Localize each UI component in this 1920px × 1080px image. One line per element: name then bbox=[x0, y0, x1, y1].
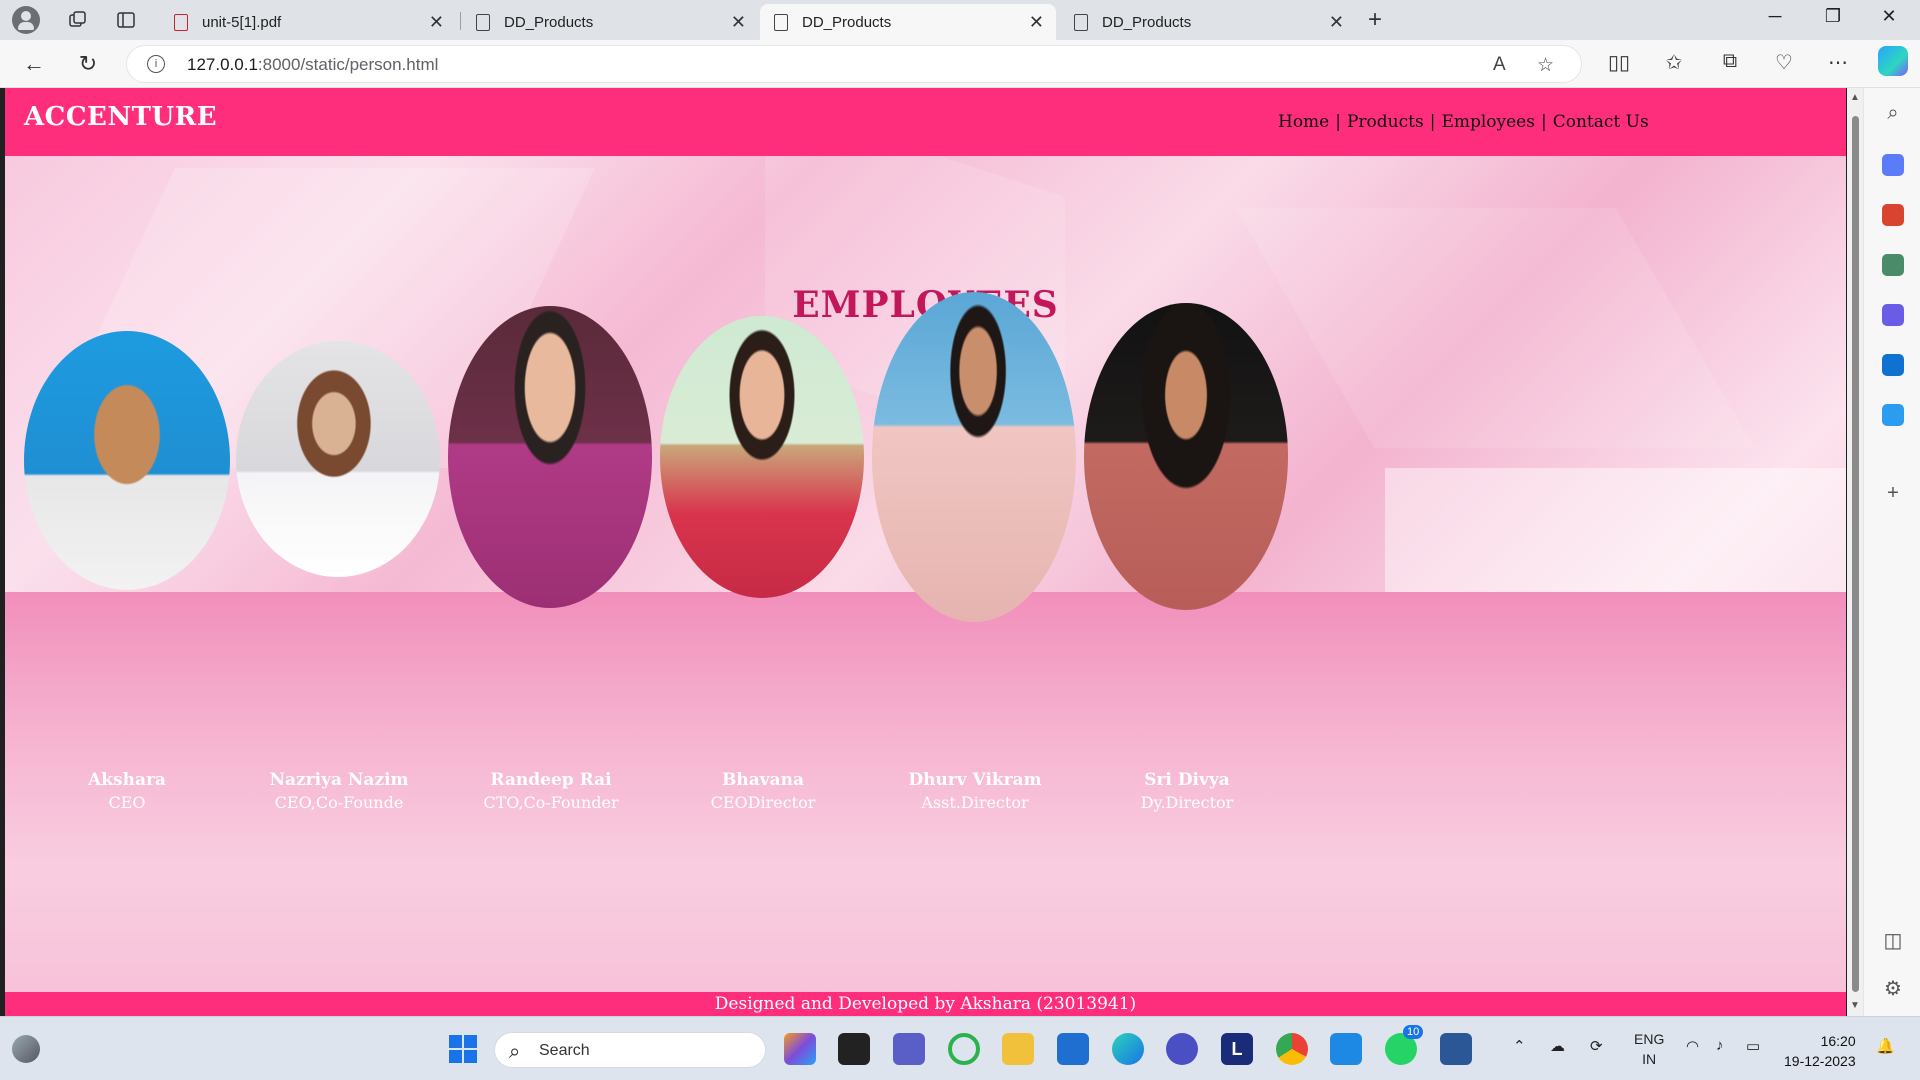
outlook-icon[interactable] bbox=[1882, 354, 1904, 376]
workspaces-icon[interactable] bbox=[62, 6, 94, 34]
close-tab-icon[interactable]: ✕ bbox=[1029, 12, 1044, 33]
search-icon: ⌕ bbox=[509, 1039, 521, 1063]
edge-icon[interactable] bbox=[1112, 1033, 1144, 1065]
copilot-icon[interactable] bbox=[1878, 46, 1908, 76]
page-icon bbox=[476, 13, 490, 31]
page-scrollbar[interactable]: ▲ ▼ bbox=[1847, 88, 1863, 1016]
edge-sidebar: ⌕ + ◫ ⚙ bbox=[1863, 88, 1920, 1016]
language-indicator[interactable]: ENG IN bbox=[1634, 1029, 1664, 1069]
pdf-icon bbox=[174, 13, 188, 31]
scroll-thumb[interactable] bbox=[1852, 116, 1859, 992]
windows-taskbar: ⌕ Search L 10 ⌃ ☁ ⟳ ENG IN ◠ ♪ ▭ 16:20 1… bbox=[0, 1016, 1920, 1080]
close-tab-icon[interactable]: ✕ bbox=[1329, 12, 1344, 33]
microsoft-store-icon[interactable] bbox=[1057, 1033, 1089, 1065]
close-window-icon[interactable]: ✕ bbox=[1866, 6, 1912, 27]
green-app-icon[interactable] bbox=[948, 1033, 980, 1065]
system-clock[interactable]: 16:20 19-12-2023 bbox=[1784, 1031, 1856, 1071]
nav-home[interactable]: Home bbox=[1278, 112, 1329, 132]
volume-icon[interactable]: ♪ bbox=[1716, 1037, 1724, 1054]
app-icon[interactable] bbox=[1166, 1033, 1198, 1065]
teams-icon[interactable] bbox=[893, 1033, 925, 1065]
tab-title: DD_Products bbox=[1102, 13, 1192, 31]
telegram-icon[interactable] bbox=[1882, 404, 1904, 426]
tab-dd-products-3[interactable]: DD_Products ✕ bbox=[1060, 4, 1356, 40]
taskbar-search[interactable]: ⌕ Search bbox=[494, 1032, 766, 1068]
employee-photo bbox=[24, 331, 230, 590]
refresh-icon[interactable]: ↻ bbox=[72, 48, 104, 80]
word-icon[interactable] bbox=[1440, 1033, 1472, 1065]
brand-logo[interactable]: ACCENTURE bbox=[24, 102, 217, 132]
whatsapp-icon[interactable]: 10 bbox=[1385, 1025, 1424, 1065]
scroll-up-icon[interactable]: ▲ bbox=[1850, 92, 1860, 103]
weather-icon[interactable] bbox=[12, 1035, 40, 1063]
sync-icon[interactable]: ⟳ bbox=[1590, 1037, 1603, 1055]
favorite-star-icon[interactable]: ☆ bbox=[1537, 54, 1554, 77]
tab-title: DD_Products bbox=[802, 13, 892, 31]
employee-photo bbox=[236, 341, 440, 577]
close-tab-icon[interactable]: ✕ bbox=[731, 12, 746, 33]
profile-icon[interactable] bbox=[12, 6, 40, 34]
new-tab-icon[interactable]: + bbox=[1368, 6, 1382, 34]
search-placeholder: Search bbox=[539, 1042, 590, 1059]
employee-role: Dy.Director bbox=[1140, 793, 1234, 812]
page-icon bbox=[774, 13, 788, 31]
tab-title: unit-5[1].pdf bbox=[202, 13, 282, 31]
site-info-icon[interactable]: i bbox=[147, 55, 165, 73]
read-aloud-icon[interactable]: A bbox=[1493, 54, 1506, 76]
notification-badge: 10 bbox=[1403, 1025, 1424, 1039]
employee-photo bbox=[448, 306, 652, 608]
address-bar[interactable]: i 127.0.0.1:8000/static/person.html A ☆ bbox=[126, 45, 1582, 83]
browser-tab-strip: unit-5[1].pdf ✕ DD_Products ✕ DD_Product… bbox=[0, 0, 1920, 40]
add-sidebar-app-icon[interactable]: + bbox=[1882, 482, 1904, 504]
site-header: ACCENTURE Home | Products | Employees | … bbox=[5, 88, 1846, 156]
tab-dd-products-1[interactable]: DD_Products ✕ bbox=[462, 4, 758, 40]
scroll-down-icon[interactable]: ▼ bbox=[1850, 1000, 1860, 1011]
browser-toolbar: ← ↻ i 127.0.0.1:8000/static/person.html … bbox=[0, 40, 1920, 88]
employee-name: Sri Divya bbox=[1144, 770, 1230, 790]
chrome-icon[interactable] bbox=[1276, 1033, 1308, 1065]
copilot-preview-icon[interactable] bbox=[784, 1033, 816, 1065]
tab-pdf[interactable]: unit-5[1].pdf ✕ bbox=[160, 4, 456, 40]
settings-gear-icon[interactable]: ⚙ bbox=[1882, 978, 1904, 1000]
hide-sidebar-icon[interactable]: ◫ bbox=[1882, 930, 1904, 952]
split-screen-icon[interactable]: ▯▯ bbox=[1605, 50, 1633, 75]
tools-icon[interactable] bbox=[1882, 204, 1904, 226]
microsoft-365-icon[interactable] bbox=[1882, 304, 1904, 326]
url-text: 127.0.0.1:8000/static/person.html bbox=[187, 55, 439, 74]
more-menu-icon[interactable]: ⋯ bbox=[1824, 50, 1852, 75]
nav-employees[interactable]: Employees bbox=[1441, 112, 1535, 132]
windows-start-icon[interactable] bbox=[447, 1033, 479, 1065]
shopping-icon[interactable] bbox=[1882, 154, 1904, 176]
nav-contact-us[interactable]: Contact Us bbox=[1553, 112, 1649, 132]
page-viewport: ACCENTURE Home | Products | Employees | … bbox=[5, 88, 1846, 1016]
search-icon[interactable]: ⌕ bbox=[1882, 102, 1904, 124]
restore-icon[interactable]: ❐ bbox=[1810, 6, 1856, 27]
task-view-icon[interactable] bbox=[838, 1033, 870, 1065]
tab-actions-icon[interactable] bbox=[110, 6, 142, 34]
favorites-icon[interactable]: ✩ bbox=[1660, 50, 1688, 75]
employee-photo bbox=[1084, 303, 1288, 610]
tab-title: DD_Products bbox=[504, 13, 594, 31]
page-icon bbox=[1074, 13, 1088, 31]
games-icon[interactable] bbox=[1882, 254, 1904, 276]
site-footer: Designed and Developed by Akshara (23013… bbox=[5, 992, 1846, 1016]
browser-essentials-icon[interactable]: ♡ bbox=[1770, 50, 1798, 75]
employee-photo bbox=[872, 292, 1076, 622]
minimize-icon[interactable]: ─ bbox=[1752, 6, 1798, 27]
employee-photo bbox=[660, 316, 864, 598]
back-icon[interactable]: ← bbox=[18, 48, 50, 80]
nav-products[interactable]: Products bbox=[1347, 112, 1424, 132]
onedrive-icon[interactable]: ☁ bbox=[1550, 1037, 1565, 1055]
tab-dd-products-active[interactable]: DD_Products ✕ bbox=[760, 4, 1056, 40]
main-nav: Home | Products | Employees | Contact Us bbox=[1278, 112, 1649, 132]
battery-icon[interactable]: ▭ bbox=[1746, 1037, 1760, 1055]
show-hidden-icons-icon[interactable]: ⌃ bbox=[1513, 1037, 1526, 1055]
notification-bell-icon[interactable]: 🔔 bbox=[1876, 1037, 1895, 1055]
vscode-icon[interactable] bbox=[1330, 1033, 1362, 1065]
collections-icon[interactable]: ⧉ bbox=[1716, 50, 1744, 73]
close-tab-icon[interactable]: ✕ bbox=[429, 12, 444, 33]
file-explorer-icon[interactable] bbox=[1002, 1033, 1034, 1065]
l-app-icon[interactable]: L bbox=[1221, 1033, 1253, 1065]
wifi-icon[interactable]: ◠ bbox=[1686, 1037, 1699, 1055]
